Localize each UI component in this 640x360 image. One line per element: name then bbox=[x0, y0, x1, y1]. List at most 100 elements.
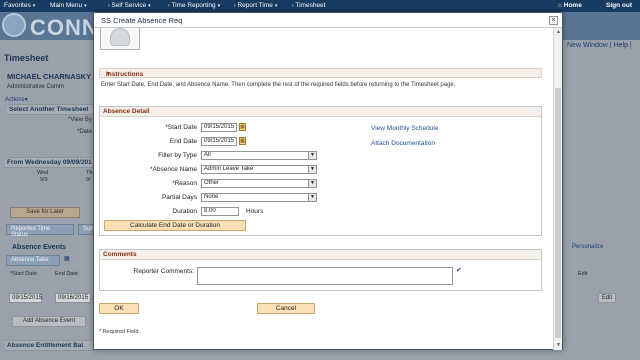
view-monthly-schedule-link[interactable]: View Monthly Schedule bbox=[371, 125, 438, 132]
home-link[interactable]: ⌂ Home bbox=[558, 2, 582, 9]
chevron-down-icon: ▾ bbox=[84, 3, 87, 9]
chevron-down-icon: ▾ bbox=[148, 3, 151, 9]
employee-photo bbox=[100, 28, 140, 50]
filter-by-type-select[interactable]: All ▼ bbox=[201, 151, 317, 160]
help-label: Help bbox=[613, 42, 628, 49]
nav-self-service[interactable]: › Self Service ▾ bbox=[106, 2, 151, 9]
nav-main-menu[interactable]: Main Menu ▾ bbox=[50, 2, 87, 9]
grid-icon[interactable]: ▦ bbox=[64, 255, 70, 262]
start-date-input[interactable]: 09/15/2015 bbox=[201, 123, 237, 132]
spell-check-icon[interactable]: ✔ bbox=[456, 266, 466, 274]
nav-time-reporting[interactable]: › Time Reporting ▾ bbox=[166, 2, 220, 9]
day1-date: 9/9 bbox=[40, 177, 48, 183]
actions-menu[interactable]: Actions▾ bbox=[5, 96, 28, 103]
day2-date: 9/ bbox=[86, 177, 91, 183]
row-end-date[interactable]: 09/16/2015 bbox=[55, 293, 91, 303]
close-icon[interactable]: × bbox=[549, 16, 558, 25]
reporter-comments-textarea[interactable] bbox=[197, 267, 453, 285]
row-start-date[interactable]: 09/15/2015 bbox=[9, 293, 42, 303]
partial-days-select[interactable]: None ▼ bbox=[201, 193, 317, 202]
new-window-link[interactable]: New Window | Help | bbox=[567, 42, 632, 49]
partial-days-value: None bbox=[204, 194, 219, 200]
scroll-up-icon[interactable]: ▲ bbox=[555, 29, 562, 36]
nav-favorites[interactable]: Favorites ▾ bbox=[4, 2, 35, 9]
chevron-down-icon: ▾ bbox=[24, 97, 28, 103]
nav-timesheet-label: Timesheet bbox=[295, 2, 326, 9]
personalize-link[interactable]: Personalize bbox=[572, 244, 603, 250]
ok-button[interactable]: OK bbox=[99, 303, 139, 314]
absence-detail-section: Absence Detail *Start Date 09/15/2015 ▦ … bbox=[99, 106, 542, 236]
add-absence-event-button[interactable]: Add Absence Event bbox=[12, 316, 86, 327]
employee-name: MICHAEL CHARNASKY bbox=[7, 72, 92, 81]
tab-absence-take[interactable]: Absence Take bbox=[6, 255, 60, 266]
reason-value: Other bbox=[204, 180, 220, 186]
absence-name-label: *Absence Name bbox=[150, 166, 197, 173]
dropdown-arrow-icon: ▼ bbox=[308, 152, 316, 159]
col-start-date: *Start Date bbox=[10, 271, 37, 277]
dropdown-arrow-icon: ▼ bbox=[308, 194, 316, 201]
reason-select[interactable]: Other ▼ bbox=[201, 179, 317, 188]
chevron-right-icon: › bbox=[168, 3, 170, 9]
period-bar: From Wednesday 09/09/201 bbox=[5, 157, 93, 168]
duration-input[interactable]: 8.00 bbox=[201, 207, 239, 216]
calendar-icon[interactable]: ▦ bbox=[239, 123, 246, 131]
brand-text: CONN bbox=[30, 15, 99, 40]
day1-label: Wed bbox=[37, 170, 49, 176]
col-edit: Edit bbox=[578, 271, 588, 277]
tab-reported-time-status[interactable]: Reported Time Status bbox=[6, 224, 74, 238]
actions-label: Actions bbox=[5, 97, 25, 103]
nav-timesheet[interactable]: › Timesheet bbox=[290, 2, 325, 9]
signout-link[interactable]: Sign out bbox=[606, 2, 632, 9]
chevron-right-icon: › bbox=[108, 3, 110, 9]
col-end-date: End Date bbox=[55, 271, 78, 277]
row-edit-button[interactable]: Edit bbox=[598, 293, 616, 303]
view-by-label: *View By bbox=[68, 117, 92, 123]
scroll-thumb[interactable] bbox=[555, 88, 561, 338]
required-field-note: * Required Field bbox=[99, 329, 139, 335]
nav-report-time[interactable]: › Report Time ▾ bbox=[232, 2, 277, 9]
period-label: From Wednesday 09/09/201 bbox=[7, 159, 92, 166]
scroll-down-icon[interactable]: ▼ bbox=[555, 342, 562, 349]
comments-header: Comments bbox=[100, 250, 541, 260]
tab-summary[interactable]: Sum bbox=[78, 224, 95, 235]
dropdown-arrow-icon: ▼ bbox=[308, 166, 316, 173]
home-icon: ⌂ bbox=[558, 2, 562, 9]
calendar-icon[interactable]: ▦ bbox=[239, 137, 246, 145]
instructions-text: Enter Start Date, End Date, and Absence … bbox=[101, 82, 456, 88]
duration-label: Duration bbox=[172, 208, 197, 215]
filter-by-type-value: All bbox=[204, 152, 211, 158]
absence-name-value: Admin Leave Take bbox=[204, 166, 254, 172]
dialog-body: ▼ Instructions Enter Start Date, End Dat… bbox=[94, 28, 552, 350]
chevron-right-icon: › bbox=[234, 3, 236, 9]
cancel-button[interactable]: Cancel bbox=[257, 303, 315, 314]
dialog-title: SS Create Absence Req bbox=[101, 16, 183, 25]
end-date-label: End Date bbox=[169, 138, 197, 145]
instructions-header[interactable]: ▼ Instructions bbox=[99, 68, 542, 78]
absence-events-heading: Absence Events bbox=[12, 244, 67, 251]
nav-favorites-label: Favorites bbox=[4, 2, 31, 9]
dialog-scrollbar[interactable]: ▲ ▼ bbox=[553, 28, 562, 350]
logo bbox=[2, 13, 26, 37]
calculate-end-date-button[interactable]: Calculate End Date or Duration bbox=[104, 220, 246, 231]
chevron-down-icon: ▾ bbox=[274, 3, 278, 9]
instructions-heading-text: Instructions bbox=[106, 71, 144, 78]
comments-section: Comments Reporter Comments: ✔ bbox=[99, 249, 542, 291]
nav-time-reporting-label: Time Reporting bbox=[171, 2, 216, 9]
instructions-section: ▼ Instructions Enter Start Date, End Dat… bbox=[99, 68, 542, 92]
select-another-label: Select Another Timesheet bbox=[9, 106, 89, 113]
absence-name-select[interactable]: Admin Leave Take ▼ bbox=[201, 165, 317, 174]
employee-title: Administrative Comm bbox=[7, 84, 65, 90]
comments-heading: Comments bbox=[103, 251, 137, 258]
avatar-placeholder-icon bbox=[110, 28, 130, 46]
end-date-input[interactable]: 09/15/2015 bbox=[201, 137, 237, 146]
save-for-later-button[interactable]: Save for Later bbox=[10, 207, 80, 218]
chevron-down-icon: ▾ bbox=[217, 3, 221, 9]
attach-documentation-link[interactable]: Attach Documentation bbox=[371, 140, 435, 147]
reason-label: *Reason bbox=[172, 180, 197, 187]
home-label: Home bbox=[563, 2, 582, 9]
nav-self-service-label: Self Service bbox=[111, 2, 147, 9]
reporter-comments-label: Reporter Comments: bbox=[133, 268, 194, 275]
nav-report-time-label: Report Time bbox=[237, 2, 273, 9]
partial-days-label: Partial Days bbox=[161, 194, 197, 201]
date-label: *Date bbox=[77, 129, 93, 135]
